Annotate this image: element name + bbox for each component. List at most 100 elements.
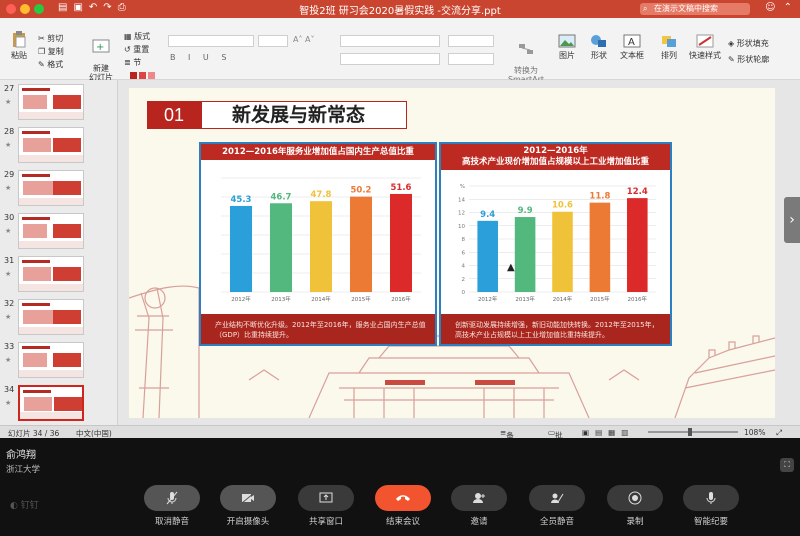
text-direction-group[interactable] bbox=[448, 35, 494, 47]
thumbnail-content-block bbox=[23, 353, 47, 367]
thumbnail-footer bbox=[20, 412, 82, 419]
slide-thumbnail-image[interactable] bbox=[18, 256, 84, 292]
thumbnail-footer bbox=[19, 370, 83, 377]
arrange-icon bbox=[662, 36, 676, 47]
slide-thumbnail-number: 27 bbox=[4, 84, 15, 93]
copy-icon: ❐ bbox=[38, 47, 46, 56]
font-size-select[interactable] bbox=[258, 35, 288, 47]
end-meeting-button[interactable]: 结束会议 bbox=[370, 485, 436, 527]
slide-thumbnail-image[interactable] bbox=[18, 213, 84, 249]
slide-thumbnail-number: 28 bbox=[4, 127, 15, 136]
slide-thumbnail-image[interactable] bbox=[18, 385, 84, 421]
slide-thumbnail[interactable]: 34 ★ bbox=[0, 385, 117, 425]
font-grow-shrink[interactable]: A˄ A˅ bbox=[293, 35, 315, 44]
slide-editing-area[interactable]: 01 新发展与新常态 2012—2016年服务业增加值占国内生产总值比重 45.… bbox=[118, 80, 800, 425]
picture-button[interactable]: 图片 bbox=[554, 34, 580, 61]
textbox-button[interactable]: A 文本框 bbox=[618, 34, 646, 61]
format-painter-button[interactable]: ✎ 格式 bbox=[38, 59, 63, 70]
smiley-icon[interactable]: ☺ bbox=[765, 2, 775, 13]
data-label: 46.7 bbox=[271, 192, 292, 202]
slide-title[interactable]: 新发展与新常态 bbox=[201, 101, 407, 129]
font-style-buttons[interactable]: B I U S bbox=[170, 53, 231, 62]
color-swatch[interactable] bbox=[148, 72, 155, 79]
slide-thumbnail[interactable]: 28 ★ bbox=[0, 127, 117, 169]
thumbnail-title-bar bbox=[22, 303, 50, 306]
slide-thumbnail[interactable]: 33 ★ bbox=[0, 342, 117, 384]
invite-button[interactable]: 邀请 bbox=[446, 485, 512, 527]
chart-panel-left[interactable]: 2012—2016年服务业增加值占国内生产总值比重 45.3 2012年 46.7 2… bbox=[199, 142, 437, 346]
color-swatch[interactable] bbox=[130, 72, 137, 79]
chart-bar bbox=[270, 203, 292, 292]
bullets-group[interactable] bbox=[340, 35, 440, 47]
slide[interactable]: 01 新发展与新常态 2012—2016年服务业增加值占国内生产总值比重 45.… bbox=[129, 88, 775, 418]
view-buttons[interactable]: ▣▤▦▥ bbox=[582, 428, 634, 437]
slide-thumbnail[interactable]: 29 ★ bbox=[0, 170, 117, 212]
slide-thumbnail-image[interactable] bbox=[18, 170, 84, 206]
smart-notes-label: 智能纪要 bbox=[693, 517, 728, 527]
y-tick-label: 6 bbox=[462, 250, 466, 256]
slide-thumbnail-image[interactable] bbox=[18, 342, 84, 378]
record-button[interactable]: 录制 bbox=[602, 485, 668, 527]
shape-outline-button[interactable]: ✎ 形状轮廓 bbox=[728, 54, 769, 65]
slide-thumbnail[interactable]: 31 ★ bbox=[0, 256, 117, 298]
record-label: 录制 bbox=[626, 517, 644, 527]
new-slide-icon: + bbox=[92, 39, 110, 53]
smart-notes-button[interactable]: 智能纪要 bbox=[678, 485, 744, 527]
thumbnail-content-block bbox=[53, 310, 81, 324]
cut-button[interactable]: ✂ 剪切 bbox=[38, 33, 63, 44]
bar-chart-hightech: 0 2 4 6 8 10 12 14% 9.4 2012年 9.9 2013年 10.6 2014年 11.… bbox=[458, 184, 656, 303]
notes-button[interactable]: ≡ 备注 bbox=[500, 428, 514, 451]
layout-icon: ▦ bbox=[124, 32, 132, 41]
next-slide-button[interactable]: › bbox=[784, 197, 800, 243]
shape-fill-button[interactable]: ◈ 形状填充 bbox=[728, 38, 769, 49]
zoom-level[interactable]: 108% bbox=[744, 428, 765, 437]
thumbnail-content-block bbox=[53, 267, 81, 281]
color-swatch[interactable] bbox=[139, 72, 146, 79]
font-name-select[interactable] bbox=[168, 35, 254, 47]
chevron-up-icon[interactable]: ⌃ bbox=[784, 2, 792, 13]
thumbnail-title-bar bbox=[22, 217, 50, 220]
search-input[interactable]: ⌕ 在演示文稿中搜索 bbox=[640, 3, 750, 15]
zoom-slider[interactable] bbox=[648, 431, 738, 433]
new-slide-button[interactable]: + 新建 幻灯片 bbox=[84, 30, 118, 82]
slide-thumbnail[interactable]: 27 ★ bbox=[0, 84, 117, 126]
thumbnail-footer bbox=[19, 155, 83, 162]
slide-thumbnail[interactable]: 32 ★ bbox=[0, 299, 117, 341]
slide-thumbnail-image[interactable] bbox=[18, 127, 84, 163]
paste-button[interactable]: 粘贴 bbox=[6, 30, 32, 61]
expand-icon[interactable]: ⛶ bbox=[780, 458, 794, 472]
convert-smartart-button[interactable]: 转换为 SmartArt bbox=[506, 34, 546, 84]
camera-button[interactable]: 开启摄像头 bbox=[215, 485, 281, 527]
section-number[interactable]: 01 bbox=[147, 101, 201, 129]
quick-styles-button[interactable]: 快速样式 bbox=[688, 34, 722, 61]
data-label: 47.8 bbox=[311, 190, 332, 200]
invite-label: 邀请 bbox=[470, 517, 488, 527]
section-button[interactable]: ≣ 节 bbox=[124, 57, 141, 68]
alignment-group[interactable] bbox=[340, 53, 440, 65]
layout-button[interactable]: ▦ 版式 bbox=[124, 31, 150, 42]
reset-icon: ↺ bbox=[124, 45, 131, 54]
data-label: 9.9 bbox=[518, 206, 533, 216]
align-text-group[interactable] bbox=[448, 53, 494, 65]
data-label: 51.6 bbox=[391, 183, 412, 193]
copy-button[interactable]: ❐ 复制 bbox=[38, 46, 64, 57]
y-tick-label: 8 bbox=[462, 237, 466, 243]
mute-all-button[interactable]: 全员静音 bbox=[524, 485, 590, 527]
share-window-button[interactable]: 共享窗口 bbox=[293, 485, 359, 527]
arrange-button[interactable]: 排列 bbox=[656, 34, 682, 61]
app-window: ▤ ▣ ↶ ↷ ⎙ 智投2班 研习会2020暑假实践 -交流分享.ppt ⌕ 在… bbox=[0, 0, 800, 536]
fit-slide-icon[interactable]: ⤢ bbox=[776, 428, 782, 438]
record-icon bbox=[607, 485, 663, 511]
slide-thumbnail-panel[interactable]: 27 ★ 28 ★ 29 ★ 30 ★ 31 ★ 32 ★ 33 ★ 34 ★ bbox=[0, 80, 118, 425]
thumbnail-content-block bbox=[23, 310, 55, 324]
slide-thumbnail[interactable]: 30 ★ bbox=[0, 213, 117, 255]
slide-thumbnail-image[interactable] bbox=[18, 84, 84, 120]
chart-panel-right[interactable]: 2012—2016年 高技术产业现价增加值占规模以上工业增加值比重 0 2 4 6 8 1… bbox=[439, 142, 672, 346]
slide-thumbnail-number: 34 bbox=[4, 385, 15, 394]
slide-thumbnail-image[interactable] bbox=[18, 299, 84, 335]
unmute-button[interactable]: 取消静音 bbox=[139, 485, 205, 527]
comments-button[interactable]: ▭ 批注 bbox=[548, 428, 563, 451]
zoom-slider-thumb[interactable] bbox=[688, 428, 692, 436]
reset-button[interactable]: ↺ 重置 bbox=[124, 44, 149, 55]
shapes-button[interactable]: 形状 bbox=[586, 34, 612, 61]
